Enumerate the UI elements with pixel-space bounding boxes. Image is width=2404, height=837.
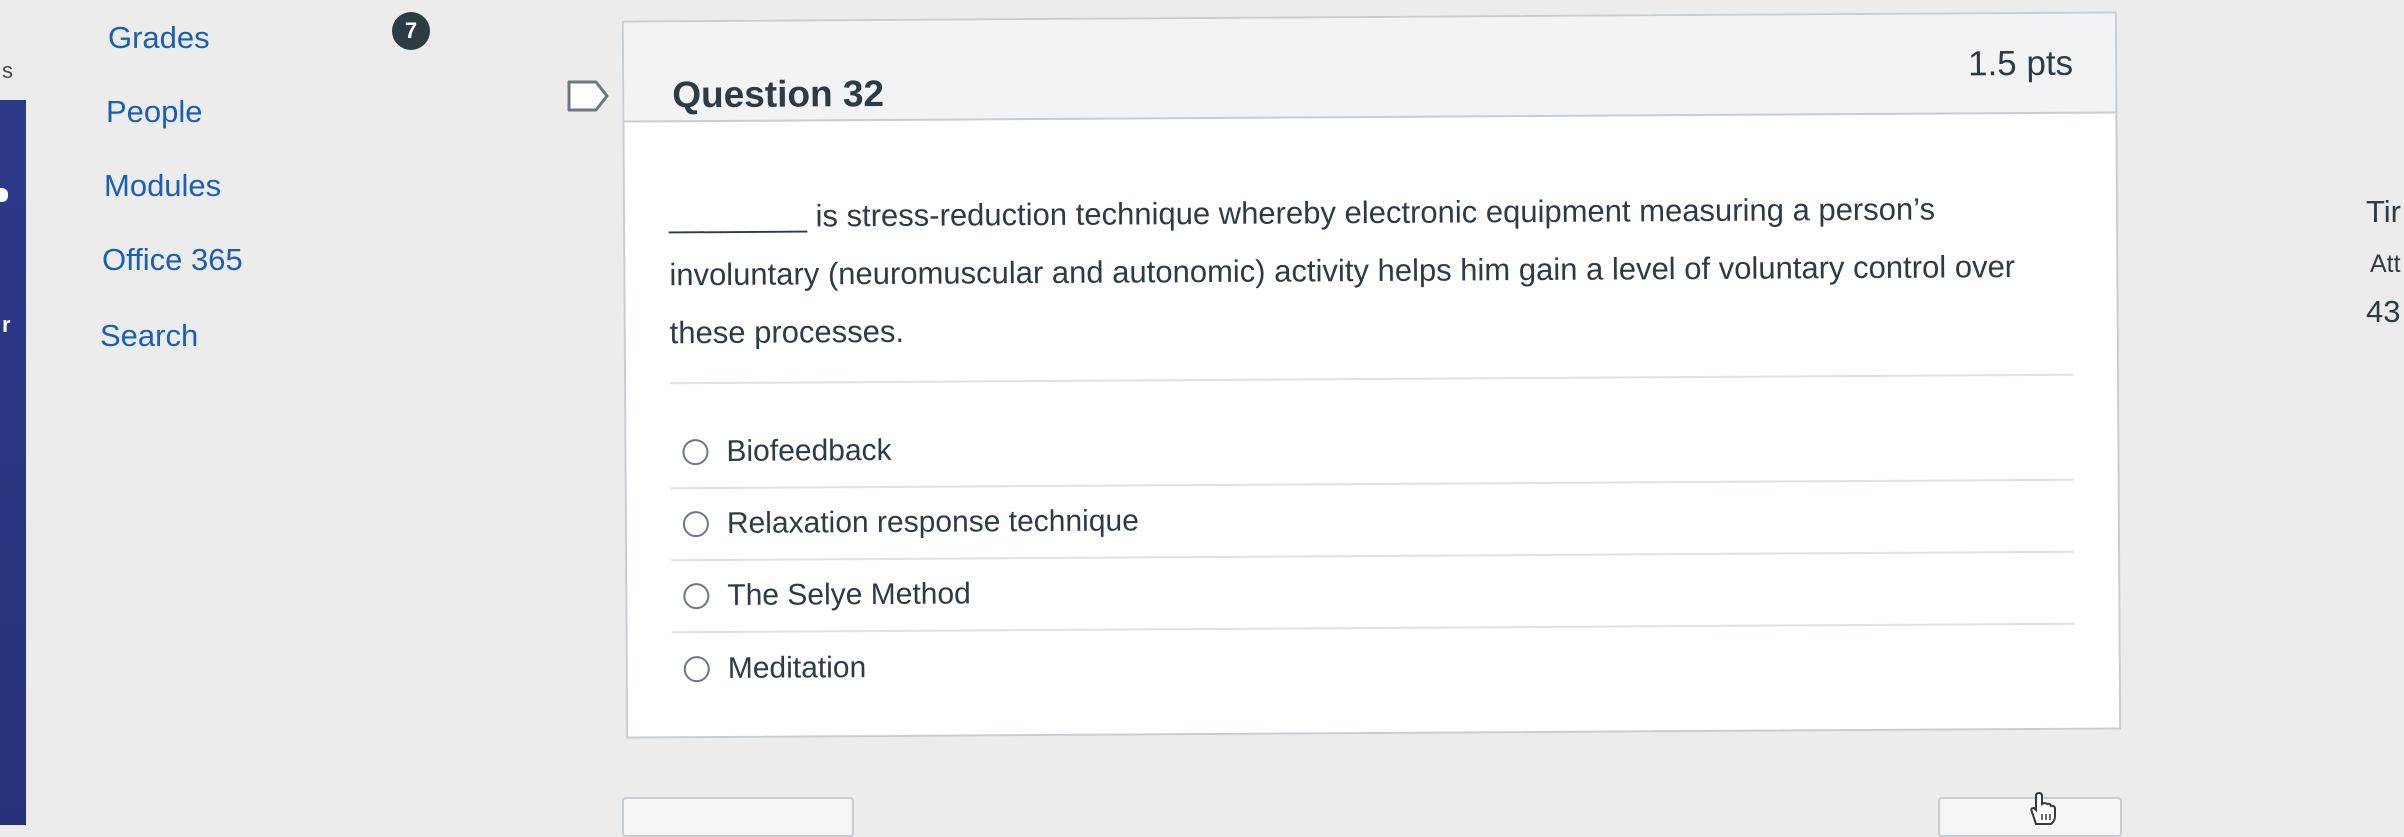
time-label: Tir bbox=[2366, 194, 2401, 229]
radio-icon[interactable] bbox=[682, 511, 709, 538]
global-nav-strip: s r bbox=[0, 0, 26, 825]
course-nav-office-365[interactable]: Office 365 bbox=[102, 242, 243, 278]
question-header: Question 32 1.5 pts bbox=[623, 13, 2116, 123]
question-divider bbox=[670, 373, 2074, 385]
quiz-info-panel: Tir Att 43 bbox=[2366, 0, 2404, 825]
answer-label[interactable]: Relaxation response technique bbox=[727, 504, 1139, 541]
course-navigation: Grades People Modules Office 365 Search bbox=[90, 0, 390, 400]
global-nav-cut-label-bottom[interactable]: r bbox=[2, 312, 11, 338]
course-nav-people[interactable]: People bbox=[106, 94, 203, 130]
radio-icon[interactable] bbox=[683, 656, 710, 683]
course-nav-search[interactable]: Search bbox=[100, 318, 198, 354]
global-nav-marker bbox=[0, 188, 8, 202]
answer-option-meditation[interactable]: Meditation bbox=[672, 625, 2075, 706]
question-card: Question 32 1.5 pts ________ is stress-r… bbox=[621, 11, 2122, 739]
answer-option-relaxation[interactable]: Relaxation response technique bbox=[670, 480, 2075, 562]
course-nav-grades[interactable]: Grades bbox=[108, 20, 210, 56]
radio-icon[interactable] bbox=[683, 583, 710, 610]
global-nav-cut-label-top: s bbox=[0, 0, 26, 100]
question-points: 1.5 pts bbox=[1967, 43, 2074, 84]
answer-label[interactable]: Biofeedback bbox=[726, 434, 891, 469]
previous-button[interactable] bbox=[622, 797, 854, 837]
attempt-label: Att bbox=[2370, 250, 2401, 278]
answer-option-selye[interactable]: The Selye Method bbox=[671, 552, 2075, 634]
hand-cursor-icon bbox=[2030, 791, 2056, 825]
question-text: ________ is stress-reduction technique w… bbox=[668, 191, 2016, 351]
course-nav-modules[interactable]: Modules bbox=[104, 168, 221, 204]
time-value: 43 bbox=[2366, 294, 2401, 329]
question-title: Question 32 bbox=[672, 72, 885, 116]
answer-label[interactable]: Meditation bbox=[728, 651, 867, 686]
radio-icon[interactable] bbox=[682, 439, 709, 466]
grades-count-badge: 7 bbox=[392, 12, 430, 50]
answer-list: Biofeedback Relaxation response techniqu… bbox=[670, 408, 2075, 706]
flag-icon[interactable] bbox=[566, 78, 610, 114]
answer-label[interactable]: The Selye Method bbox=[727, 577, 971, 612]
answer-option-biofeedback[interactable]: Biofeedback bbox=[670, 408, 2074, 490]
